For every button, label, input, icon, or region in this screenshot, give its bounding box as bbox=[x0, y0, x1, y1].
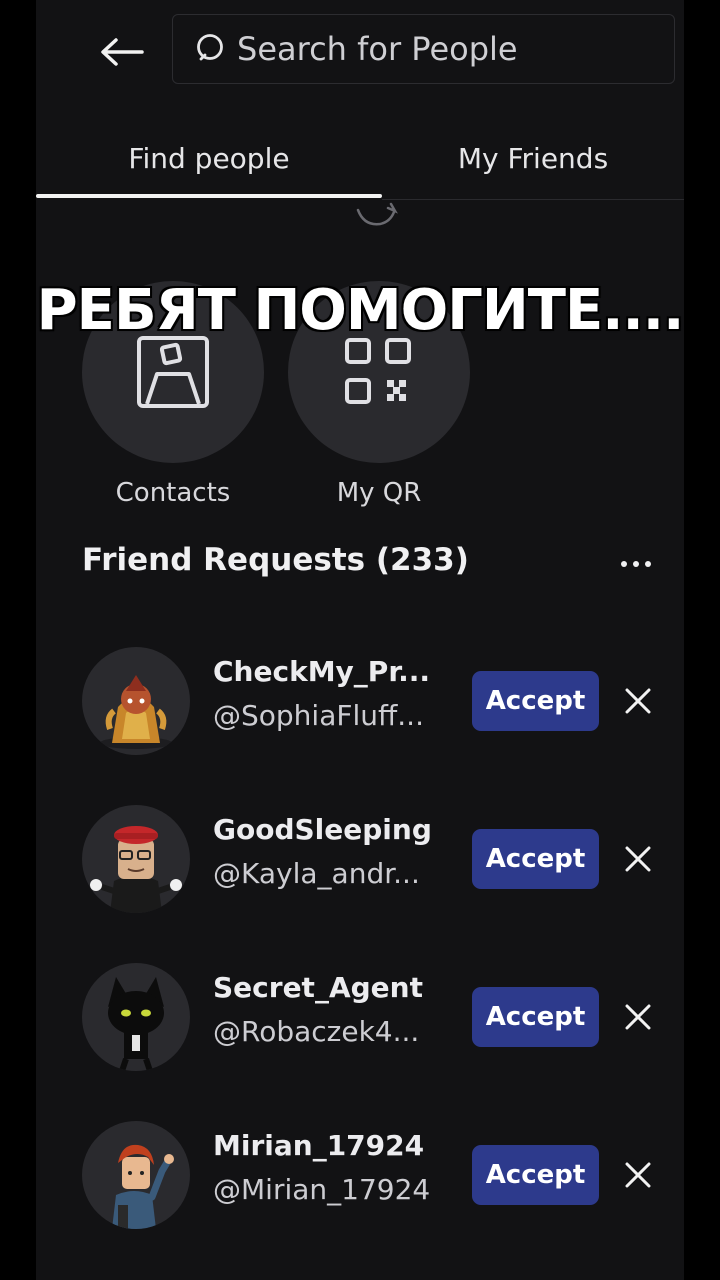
back-arrow-icon bbox=[101, 38, 144, 66]
friend-request-row: GoodSleeping @Kayla_andr... Accept bbox=[36, 805, 684, 925]
contacts-icon bbox=[137, 336, 209, 408]
avatar[interactable] bbox=[82, 647, 190, 755]
display-name: Secret_Agent bbox=[213, 971, 423, 1004]
close-icon bbox=[625, 1162, 651, 1188]
refresh-icon bbox=[356, 202, 398, 226]
accept-button[interactable]: Accept bbox=[472, 1145, 599, 1205]
display-name: Mirian_17924 bbox=[213, 1129, 425, 1162]
avatar[interactable] bbox=[82, 1121, 190, 1229]
tab-find-people[interactable]: Find people bbox=[36, 120, 382, 196]
username: @Kayla_andr... bbox=[213, 857, 420, 890]
decline-button[interactable] bbox=[616, 683, 660, 719]
qr-code-icon bbox=[345, 338, 411, 404]
contacts-label: Contacts bbox=[115, 478, 231, 508]
friend-request-row: CheckMy_Pr... @SophiaFluff... Accept bbox=[36, 647, 684, 767]
username: @Mirian_17924 bbox=[213, 1173, 431, 1206]
back-button[interactable] bbox=[94, 30, 150, 74]
more-options-icon bbox=[621, 561, 651, 567]
friend-request-row: Secret_Agent @Robaczek4... Accept bbox=[36, 963, 684, 1083]
decline-button[interactable] bbox=[616, 1157, 660, 1193]
close-icon bbox=[625, 846, 651, 872]
tab-my-friends[interactable]: My Friends bbox=[382, 120, 684, 196]
username: @Robaczek4... bbox=[213, 1015, 420, 1048]
avatar[interactable] bbox=[82, 963, 190, 1071]
overlay-caption: РЕБЯТ ПОМОГИТЕ.... bbox=[35, 277, 686, 345]
friends-screen: Find people My Friends Contacts My QR Fr… bbox=[36, 0, 684, 1280]
decline-button[interactable] bbox=[616, 999, 660, 1035]
accept-button[interactable]: Accept bbox=[472, 671, 599, 731]
accept-button[interactable]: Accept bbox=[472, 987, 599, 1047]
tab-bar: Find people My Friends bbox=[36, 120, 684, 202]
my-qr-label: My QR bbox=[336, 478, 422, 508]
avatar[interactable] bbox=[82, 805, 190, 913]
tab-divider bbox=[382, 199, 684, 200]
active-tab-indicator bbox=[36, 194, 382, 198]
friend-requests-title: Friend Requests (233) bbox=[82, 542, 469, 578]
search-icon bbox=[197, 34, 223, 61]
decline-button[interactable] bbox=[616, 841, 660, 877]
search-box[interactable] bbox=[172, 14, 675, 84]
close-icon bbox=[625, 688, 651, 714]
friend-request-row: Mirian_17924 @Mirian_17924 Accept bbox=[36, 1121, 684, 1241]
accept-button[interactable]: Accept bbox=[472, 829, 599, 889]
display-name: GoodSleeping bbox=[213, 813, 432, 846]
display-name: CheckMy_Pr... bbox=[213, 655, 431, 688]
username: @SophiaFluff... bbox=[213, 699, 424, 732]
more-options-button[interactable] bbox=[606, 546, 666, 582]
search-input[interactable] bbox=[237, 30, 674, 68]
close-icon bbox=[625, 1004, 651, 1030]
